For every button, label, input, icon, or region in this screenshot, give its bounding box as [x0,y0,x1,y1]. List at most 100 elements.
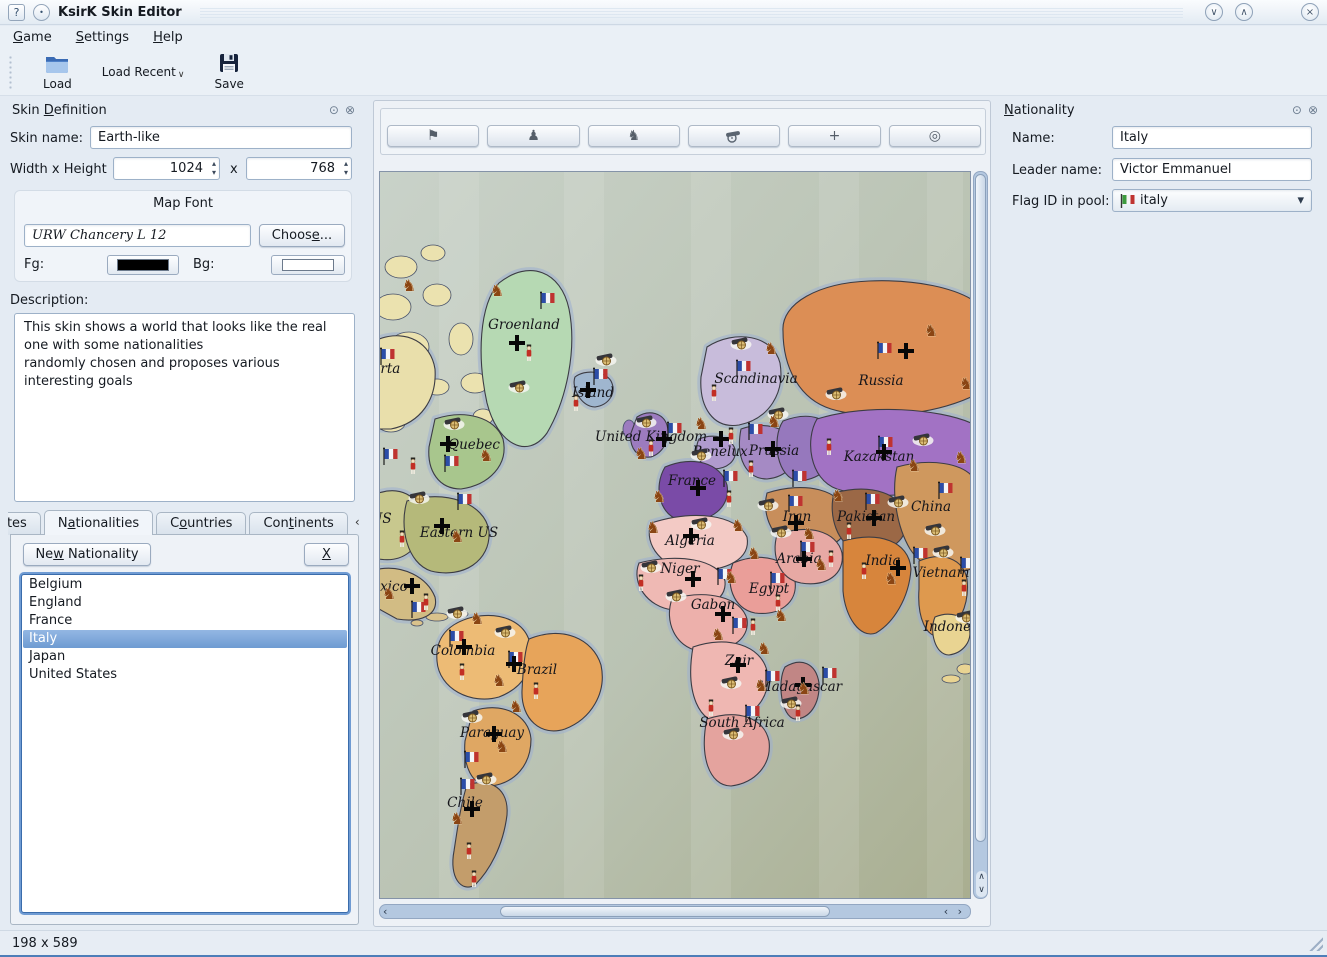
close-button[interactable]: × [1301,3,1319,21]
minimize-button[interactable]: ∨ [1205,3,1223,21]
tab-scroll-arrows[interactable]: ‹› [355,515,359,529]
country-label: Alberta [379,361,400,377]
menu-help[interactable]: Help [153,30,183,45]
float-dock-icon[interactable]: ⊙ [329,103,339,117]
dropdown-caret-icon: ∨ [178,70,185,80]
svg-text:♞: ♞ [450,527,464,546]
height-spinbox[interactable]: 768 ▴▾ [246,157,352,180]
maximize-button[interactable]: ∧ [1235,3,1253,21]
cav-sprite: ♞ [450,809,464,828]
country-label: China [911,499,951,515]
map-font-group: Map Font URW Chancery L 12 Choose... Fg:… [14,190,352,282]
skin-name-label: Skin name: [10,131,83,146]
nationality-name-input[interactable]: Italy [1112,126,1312,149]
map-font-field: URW Chancery L 12 [24,224,251,247]
list-item[interactable]: United States [23,666,347,684]
width-spinbox[interactable]: 1024 ▴▾ [113,157,220,180]
window-title: KsirK Skin Editor [58,5,182,20]
ksirk-skin-editor-window: { "window": { "title": "KsirK Skin Edito… [0,0,1327,957]
cav-sprite: ♞ [479,446,493,465]
help-icon[interactable]: ? [8,4,25,21]
flag-icon: ⚑ [427,128,440,144]
app-icon[interactable]: • [33,4,50,21]
close-dock-icon[interactable]: ⊗ [1308,103,1318,117]
scroll-left-icon[interactable]: ‹ [380,905,390,918]
vertical-scroll-thumb[interactable] [975,174,986,842]
tab-nationalities[interactable]: Nationalities [44,510,153,535]
cav-sprite: ♞ [634,444,648,463]
svg-text:♞: ♞ [754,676,768,695]
scroll-right-icons[interactable]: ‹ › [941,905,968,918]
map-sprite-toolbar: ⚑ ♟ ♞ + ◎ [380,108,986,155]
cav-sprite: ♞ [754,676,768,695]
svg-text:♞: ♞ [509,697,523,716]
choose-font-button[interactable]: Choose... [259,224,345,247]
cav-sprite: ♞ [724,568,738,587]
tab-countries[interactable]: Countries [156,512,246,535]
menubar: Game Settings Help [0,26,1327,49]
country-label: Groenland [488,317,560,333]
load-button[interactable]: Load [43,53,72,91]
svg-text:♞: ♞ [884,569,898,588]
list-item[interactable]: England [23,594,347,612]
cav-sprite: ♞ [831,486,845,505]
list-item[interactable]: Belgium [23,576,347,594]
close-dock-icon[interactable]: ⊗ [345,103,355,117]
statusbar: 198 x 589 [0,930,1327,955]
anchor-button[interactable]: + [788,125,880,147]
cav-sprite: ♞ [711,625,725,644]
svg-text:♞: ♞ [747,544,761,563]
list-item[interactable]: Japan [23,648,347,666]
cav-sprite: ♞ [652,487,666,506]
list-item[interactable]: France [23,612,347,630]
nationalities-list[interactable]: BelgiumEnglandFranceItalyJapanUnited Sta… [21,574,349,913]
flag-id-combobox[interactable]: italy ▾ [1112,189,1312,212]
load-recent-button[interactable]: Load Recent ∨ [102,65,185,79]
fg-color-button[interactable] [107,255,179,275]
fg-label: Fg: [24,257,44,272]
dock-tabbar: rites Nationalities Countries Continents… [8,510,359,535]
skin-name-input[interactable]: Earth-like [90,126,352,149]
country-label: Western US [379,511,392,527]
cav-sprite: ♞ [959,374,971,393]
tab-continents[interactable]: Continents [249,512,347,535]
spin-arrows-icon[interactable]: ▴▾ [212,159,216,177]
fg-color-swatch [117,259,169,271]
toolbar-handle[interactable] [8,55,13,89]
float-dock-icon[interactable]: ⊙ [1292,103,1302,117]
nationality-dock: Nationality ⊙ ⊗ Name: Italy Leader name:… [1000,100,1322,927]
vertical-scroll-arrows[interactable]: ∧∨ [976,871,987,897]
save-button[interactable]: Save [214,53,243,91]
cav-sprite: ♞ [774,606,788,625]
cannon-button[interactable] [688,125,780,147]
cav-sprite: ♞ [954,448,968,467]
delete-nationality-button[interactable]: X [304,543,349,566]
country-label: Pakistan [836,509,895,525]
svg-text:♞: ♞ [492,671,506,690]
map-vertical-scrollbar[interactable]: ∧∨ [973,171,988,899]
cavalry-button[interactable]: ♞ [588,125,680,147]
spin-arrows-icon[interactable]: ▴▾ [344,159,348,177]
description-textarea[interactable]: This skin shows a world that looks like … [14,313,355,502]
flag-button[interactable]: ⚑ [387,125,479,147]
infantry-button[interactable]: ♟ [487,125,579,147]
country-label: Egypt [748,581,790,597]
center-button[interactable]: ◎ [889,125,981,147]
leader-name-input[interactable]: Victor Emmanuel [1112,158,1312,181]
leader-name-label: Leader name: [1012,163,1102,178]
map-horizontal-scrollbar[interactable]: ‹ ‹ › [379,904,971,919]
skin-definition-dock: Skin Definition ⊙ ⊗ Skin name: Earth-lik… [8,100,359,927]
svg-text:♞: ♞ [382,584,396,603]
country-label: Brazil [516,662,557,678]
map-editor-panel: ⚑♟♞+◎ AlbertaGroenlandIslandQuebecWester… [373,100,991,927]
world-map-canvas[interactable]: AlbertaGroenlandIslandQuebecWestern USEa… [379,171,971,899]
horizontal-scroll-thumb[interactable] [500,906,830,917]
bg-color-button[interactable] [271,255,345,275]
list-item[interactable]: Italy [23,630,347,648]
tab-sprites[interactable]: rites [8,512,41,535]
new-nationality-button[interactable]: New Nationality [23,543,151,566]
menu-game[interactable]: Game [13,30,52,45]
italy-flag-icon [1120,194,1136,208]
menu-settings[interactable]: Settings [76,30,129,45]
svg-text:♞: ♞ [470,609,484,628]
